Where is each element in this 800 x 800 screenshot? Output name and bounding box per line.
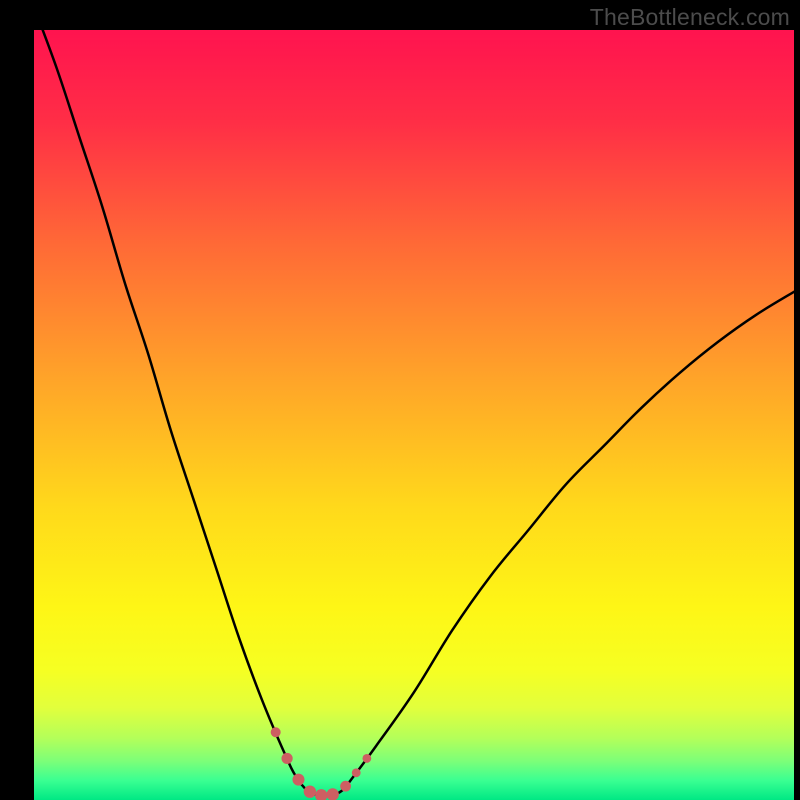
optimal-marker-dot (340, 781, 351, 792)
chart-frame: TheBottleneck.com (0, 0, 800, 800)
optimal-marker-dot (281, 753, 292, 764)
watermark-text: TheBottleneck.com (590, 4, 790, 31)
optimal-marker-dot (304, 785, 316, 797)
optimal-marker-dot (362, 754, 371, 763)
bottleneck-chart (34, 30, 794, 800)
optimal-marker-dot (352, 768, 361, 777)
optimal-marker-dot (271, 727, 281, 737)
gradient-background (34, 30, 794, 800)
optimal-marker-dot (292, 774, 304, 786)
